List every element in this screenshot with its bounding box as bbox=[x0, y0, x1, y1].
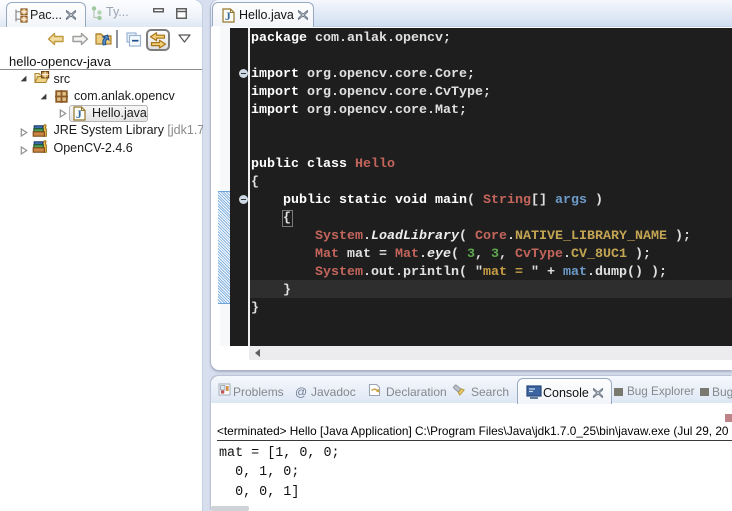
svg-text:J: J bbox=[76, 109, 82, 121]
svg-text:J: J bbox=[225, 11, 231, 23]
